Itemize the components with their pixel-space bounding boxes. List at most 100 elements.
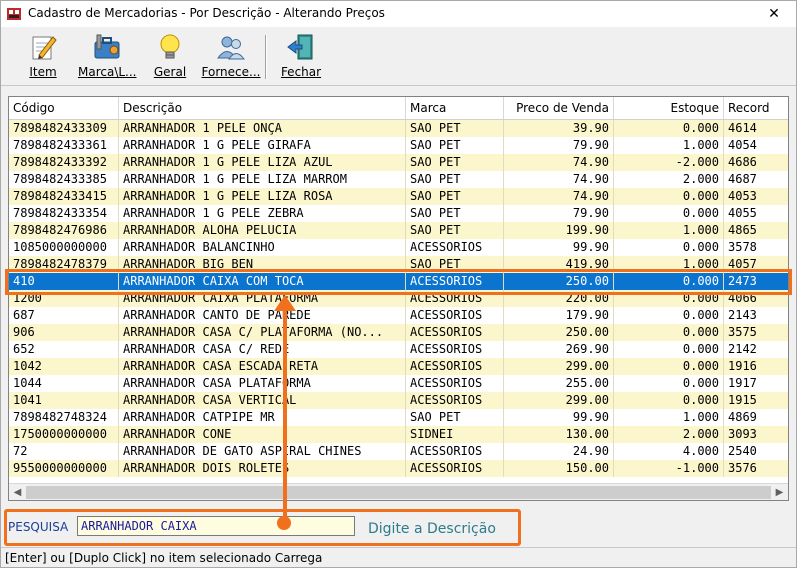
cell-estoque: 2.000 xyxy=(614,171,724,188)
table-row[interactable]: 7898482433392 ARRANHADOR 1 G PELE LIZA AZ… xyxy=(9,154,788,171)
cell-estoque: 0.000 xyxy=(614,239,724,256)
header-marca[interactable]: Marca xyxy=(406,97,504,119)
cell-codigo: 7898482433309 xyxy=(9,120,119,137)
table-row[interactable]: 7898482748324 ARRANHADOR CATPIPE MR SAO PE… xyxy=(9,409,788,426)
table-row[interactable]: 7898482433354 ARRANHADOR 1 G PELE ZEBRA SA… xyxy=(9,205,788,222)
cell-record: 4614 xyxy=(724,120,788,137)
cell-preco: 269.90 xyxy=(504,341,614,358)
table-row[interactable]: 687 ARRANHADOR CANTO DE PAREDE ACESSORIOS 1… xyxy=(9,307,788,324)
cell-codigo: 1042 xyxy=(9,358,119,375)
table-row[interactable]: 1044 ARRANHADOR CASA PLATAFORMA ACESSORIOS… xyxy=(9,375,788,392)
cell-estoque: 1.000 xyxy=(614,137,724,154)
table-row[interactable]: 7898482478379 ARRANHADOR BIG BEN SAO PET 41… xyxy=(9,256,788,273)
cell-descricao: ARRANHADOR CAIXA COM TOCA xyxy=(119,273,406,290)
cell-record: 4053 xyxy=(724,188,788,205)
horizontal-scrollbar[interactable]: ◀ ▶ xyxy=(9,483,788,500)
fornecedor-button[interactable]: Fornece... xyxy=(201,32,261,82)
cell-marca: SAO PET xyxy=(406,137,504,154)
tools-icon xyxy=(94,34,120,59)
cell-estoque: 0.000 xyxy=(614,290,724,307)
cell-codigo: 1750000000000 xyxy=(9,426,119,443)
table-row[interactable]: 1200 ARRANHADOR CAIXA PLATAFORMA ACESSORIO… xyxy=(9,290,788,307)
cell-record: 4869 xyxy=(724,409,788,426)
cell-marca: SAO PET xyxy=(406,171,504,188)
cell-marca: ACESSORIOS xyxy=(406,290,504,307)
cell-preco: 199.90 xyxy=(504,222,614,239)
cell-codigo: 7898482433385 xyxy=(9,171,119,188)
table-row[interactable]: 7898482433415 ARRANHADOR 1 G PELE LIZA RO… xyxy=(9,188,788,205)
cell-descricao: ARRANHADOR CASA C/ REDE xyxy=(119,341,406,358)
geral-button[interactable]: Geral xyxy=(148,32,192,82)
header-estoque[interactable]: Estoque xyxy=(614,97,724,119)
marca-button[interactable]: Marca\L... xyxy=(78,32,137,82)
cell-descricao: ARRANHADOR CASA PLATAFORMA xyxy=(119,375,406,392)
cell-descricao: ARRANHADOR CASA C/ PLATAFORMA (NO... xyxy=(119,324,406,341)
table-row[interactable]: 1042 ARRANHADOR CASA ESCADA RETA ACESSORIO… xyxy=(9,358,788,375)
cell-estoque: 0.000 xyxy=(614,358,724,375)
fechar-button[interactable]: Fechar xyxy=(279,32,323,82)
cell-descricao: ARRANHADOR DE GATO ASPIRAL CHINES xyxy=(119,443,406,460)
table-row[interactable]: 1750000000000 ARRANHADOR CONE SIDNEI 130.00… xyxy=(9,426,788,443)
cell-marca: SAO PET xyxy=(406,222,504,239)
header-record[interactable]: Record xyxy=(724,97,788,119)
cell-record: 3576 xyxy=(724,460,788,477)
cell-estoque: -2.000 xyxy=(614,154,724,171)
marca-button-label: Marca\L... xyxy=(78,65,137,79)
cell-marca: ACESSORIOS xyxy=(406,239,504,256)
table-row[interactable]: 906 ARRANHADOR CASA C/ PLATAFORMA (NO... A… xyxy=(9,324,788,341)
cell-codigo: 906 xyxy=(9,324,119,341)
table-row[interactable]: 9550000000000 ARRANHADOR DOIS ROLETES ACES… xyxy=(9,460,788,477)
products-grid[interactable]: Código Descrição Marca Preco de Venda Es… xyxy=(8,96,789,501)
item-button-label: Item xyxy=(29,65,57,79)
cell-marca: ACESSORIOS xyxy=(406,307,504,324)
cell-preco: 74.90 xyxy=(504,188,614,205)
table-row[interactable]: 652 ARRANHADOR CASA C/ REDE ACESSORIOS 269.… xyxy=(9,341,788,358)
header-codigo[interactable]: Código xyxy=(9,97,119,119)
cell-estoque: 0.000 xyxy=(614,341,724,358)
cell-descricao: ARRANHADOR CASA ESCADA RETA xyxy=(119,358,406,375)
table-row[interactable]: 7898482433385 ARRANHADOR 1 G PELE LIZA MA… xyxy=(9,171,788,188)
table-row[interactable]: 1085000000000 ARRANHADOR BALANCINHO ACESSO… xyxy=(9,239,788,256)
search-input[interactable]: ARRANHADOR CAIXA xyxy=(77,516,355,536)
cell-preco: 79.90 xyxy=(504,137,614,154)
table-row[interactable]: 1041 ARRANHADOR CASA VERTICAL ACESSORIOS 29… xyxy=(9,392,788,409)
close-button[interactable]: ✕ xyxy=(752,1,796,27)
table-row[interactable]: 72 ARRANHADOR DE GATO ASPIRAL CHINES ACESS… xyxy=(9,443,788,460)
cell-record: 4686 xyxy=(724,154,788,171)
cell-preco: 39.90 xyxy=(504,120,614,137)
cell-codigo: 7898482748324 xyxy=(9,409,119,426)
table-row[interactable]: 7898482476986 ARRANHADOR ALOHA PELUCIA SAO… xyxy=(9,222,788,239)
cell-marca: SAO PET xyxy=(406,120,504,137)
cell-record: 2540 xyxy=(724,443,788,460)
cell-preco: 24.90 xyxy=(504,443,614,460)
cell-marca: SAO PET xyxy=(406,409,504,426)
scroll-thumb[interactable] xyxy=(26,486,771,499)
cell-descricao: ARRANHADOR 1 G PELE LIZA MARROM xyxy=(119,171,406,188)
cell-descricao: ARRANHADOR ALOHA PELUCIA xyxy=(119,222,406,239)
cell-codigo: 7898482478379 xyxy=(9,256,119,273)
cell-marca: ACESSORIOS xyxy=(406,392,504,409)
header-descricao[interactable]: Descrição xyxy=(119,97,406,119)
users-icon xyxy=(217,36,245,60)
cell-marca: ACESSORIOS xyxy=(406,341,504,358)
scroll-right-icon[interactable]: ▶ xyxy=(771,484,788,500)
header-preco[interactable]: Preco de Venda xyxy=(504,97,614,119)
table-row[interactable]: 7898482433309 ARRANHADOR 1 PELE ONÇA SAO P… xyxy=(9,120,788,137)
cell-estoque: 0.000 xyxy=(614,307,724,324)
window-title: Cadastro de Mercadorias - Por Descrição … xyxy=(28,6,385,20)
cell-codigo: 652 xyxy=(9,341,119,358)
cell-record: 1916 xyxy=(724,358,788,375)
table-row-selected[interactable]: 410 ARRANHADOR CAIXA COM TOCA ACESSORIOS 25… xyxy=(9,273,788,290)
cell-codigo: 687 xyxy=(9,307,119,324)
lightbulb-icon xyxy=(160,34,180,59)
scroll-left-icon[interactable]: ◀ xyxy=(9,484,26,500)
cell-record: 4687 xyxy=(724,171,788,188)
title-bar: Cadastro de Mercadorias - Por Descrição … xyxy=(1,1,796,27)
cell-record: 3578 xyxy=(724,239,788,256)
cell-record: 2473 xyxy=(724,273,788,290)
app-icon xyxy=(7,8,21,20)
cell-record: 2142 xyxy=(724,341,788,358)
item-button[interactable]: Item xyxy=(21,32,65,82)
cell-descricao: ARRANHADOR CASA VERTICAL xyxy=(119,392,406,409)
table-row[interactable]: 7898482433361 ARRANHADOR 1 G PELE GIRAFA S… xyxy=(9,137,788,154)
